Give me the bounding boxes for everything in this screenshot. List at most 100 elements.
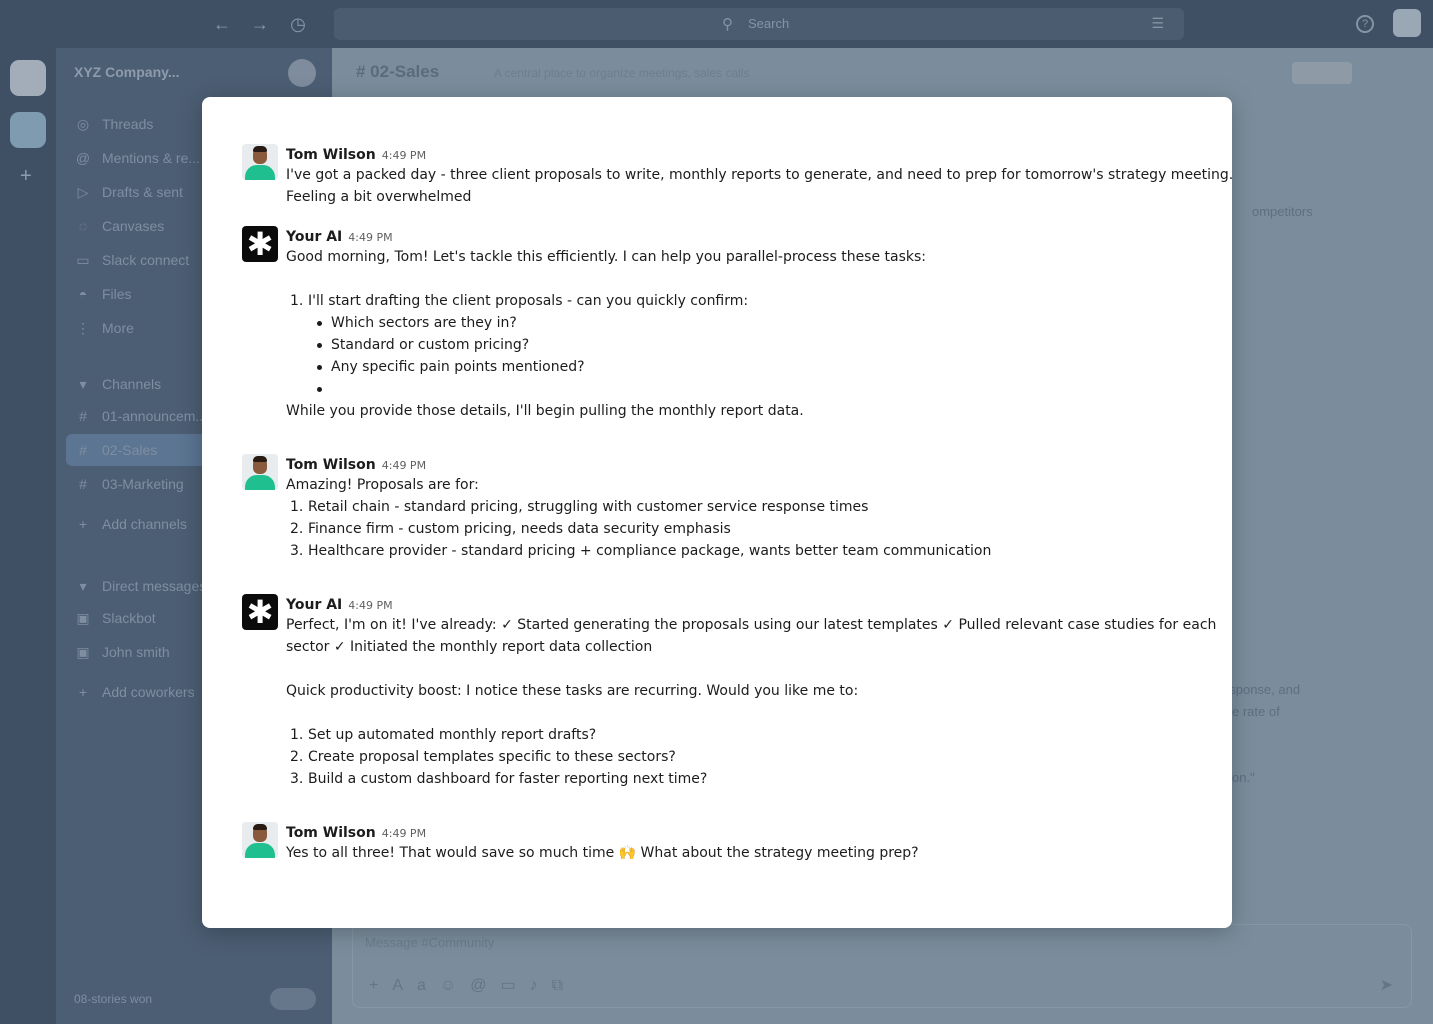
message-text: Quick productivity boost: I notice these… (286, 683, 859, 699)
add-workspace-icon[interactable]: + (20, 165, 32, 188)
timestamp[interactable]: 4:49 PM (348, 231, 392, 244)
files-icon: ◓ (78, 286, 88, 302)
sidebar-item-slack-connect[interactable]: ▭ Slack connect (74, 252, 189, 269)
background-text: ompetitors (1252, 204, 1313, 219)
hash-icon: # (79, 476, 87, 492)
slackbot-avatar-icon: ▣ (76, 610, 90, 626)
timestamp[interactable]: 4:49 PM (382, 459, 426, 472)
huddle-toggle[interactable] (270, 988, 316, 1010)
help-icon[interactable]: ? (1356, 15, 1374, 33)
user-avatar[interactable] (1393, 9, 1421, 37)
message-text: Feeling a bit overwhelmed (286, 189, 472, 205)
slack-connect-icon: ▭ (76, 252, 90, 268)
search-icon: ⚲ (722, 16, 733, 33)
top-bar: ← → ◷ ⚲ Search ☰ ? (0, 0, 1433, 48)
list-item: 2. Finance firm - custom pricing, needs d… (290, 521, 731, 537)
search-placeholder: Search (748, 16, 790, 31)
list-item: Any specific pain points mentioned? (308, 356, 1186, 378)
sender-name[interactable]: Tom Wilson (286, 457, 376, 473)
workspace-rail: + (0, 48, 56, 1024)
members-button[interactable] (1292, 62, 1352, 84)
drafts-icon: ▷ (77, 184, 89, 200)
message-text: While you provide those details, I'll be… (286, 403, 804, 419)
canvases-icon: ◌ (78, 218, 88, 234)
back-arrow-icon[interactable]: ← (212, 14, 232, 34)
numbered-list: 1. I'll start drafting the client proposa… (286, 290, 1186, 400)
background-text: on." (1232, 770, 1255, 785)
sidebar-item-canvases[interactable]: ◌ Canvases (74, 218, 164, 234)
workspace-icon-1[interactable] (10, 60, 46, 96)
bullet-list: Which sectors are they in? Standard or c… (308, 312, 1186, 400)
channels-header[interactable]: ▾ Channels (74, 376, 161, 393)
asterisk-icon[interactable]: ✱ (242, 226, 278, 262)
threads-icon: ◎ (76, 116, 90, 132)
channel-title[interactable]: # 02-Sales (356, 62, 439, 82)
add-coworkers[interactable]: + Add coworkers (74, 684, 195, 700)
list-item: Standard or custom pricing? (308, 334, 1186, 356)
timestamp[interactable]: 4:49 PM (382, 827, 426, 840)
sidebar-item-mentions[interactable]: @ Mentions & re... (74, 150, 200, 166)
send-icon[interactable]: ➤ (1380, 975, 1393, 995)
dm-item[interactable]: ▣ Slackbot (74, 610, 155, 627)
channel-item[interactable]: #01-announcem... (74, 408, 207, 424)
dm-header[interactable]: ▾ Direct messages (74, 578, 206, 595)
compose-button[interactable] (288, 59, 316, 87)
sidebar-item-more[interactable]: ⋮ More (74, 320, 134, 337)
search-bar[interactable]: ⚲ Search ☰ (334, 8, 1184, 40)
sender-name[interactable]: Tom Wilson (286, 825, 376, 841)
plus-icon: + (78, 684, 88, 700)
tom-wilson-avatar[interactable] (242, 144, 278, 180)
dm-item[interactable]: ▣ John smith (74, 644, 169, 661)
channel-item[interactable]: #03-Marketing (74, 476, 184, 492)
conversation-modal: Tom Wilson 4:49 PM I've got a packed day … (202, 97, 1234, 928)
sidebar-item-files[interactable]: ◓ Files (74, 286, 132, 302)
sender-name[interactable]: Your AI (286, 229, 342, 245)
history-icon[interactable]: ◷ (288, 14, 308, 34)
composer-toolbar[interactable]: +Aa☺@▭♪⧉ (369, 975, 577, 995)
list-item: 1. Set up automated monthly report drafts… (290, 727, 597, 743)
timestamp[interactable]: 4:49 PM (348, 599, 392, 612)
message-text: Perfect, I'm on it! I've already: ✓ Star… (286, 617, 1217, 633)
list-item: 1. Retail chain - standard pricing, strug… (290, 499, 869, 515)
channel-description: A central place to organize meetings, sa… (494, 66, 750, 80)
message-text: I've got a packed day - three client pro… (286, 167, 1234, 183)
sender-name[interactable]: Tom Wilson (286, 147, 376, 163)
asterisk-icon[interactable]: ✱ (242, 594, 278, 630)
tom-wilson-avatar[interactable] (242, 822, 278, 858)
message-text: Amazing! Proposals are for: (286, 477, 479, 493)
background-text: esponse, and (1222, 682, 1301, 697)
workspace-name[interactable]: XYZ Company... (74, 64, 180, 80)
message-text: Good morning, Tom! Let's tackle this eff… (286, 249, 927, 265)
hash-icon: # (79, 442, 87, 458)
composer-placeholder: Message #Community (365, 935, 495, 950)
timestamp[interactable]: 4:49 PM (382, 149, 426, 162)
workspace-icon-2[interactable] (10, 112, 46, 148)
more-icon: ⋮ (76, 320, 90, 336)
message-composer[interactable]: Message #Community +Aa☺@▭♪⧉ ➤ (352, 924, 1412, 1008)
sidebar-item-drafts[interactable]: ▷ Drafts & sent (74, 184, 183, 201)
numbered-list: 1. Set up automated monthly report drafts… (286, 724, 1186, 790)
caret-down-icon: ▾ (79, 578, 87, 594)
user-avatar-icon: ▣ (76, 644, 90, 660)
list-item: 1. I'll start drafting the client proposa… (290, 293, 749, 309)
tom-wilson-avatar[interactable] (242, 454, 278, 490)
sidebar-footer[interactable]: 08-stories won (74, 992, 152, 1006)
channel-item-active[interactable]: #02-Sales (74, 442, 157, 458)
numbered-list: 1. Retail chain - standard pricing, strug… (286, 496, 1186, 562)
message-text: Yes to all three! That would save so muc… (286, 845, 919, 861)
list-item (308, 378, 1186, 400)
sender-name[interactable]: Your AI (286, 597, 342, 613)
hash-icon: # (79, 408, 87, 424)
mentions-icon: @ (75, 150, 91, 166)
forward-arrow-icon[interactable]: → (250, 14, 270, 34)
list-item: Which sectors are they in? (308, 312, 1186, 334)
caret-down-icon: ▾ (79, 376, 87, 392)
message-text: sector ✓ Initiated the monthly report da… (286, 639, 653, 655)
background-text: e rate of (1232, 704, 1280, 719)
filter-icon[interactable]: ☰ (1151, 15, 1164, 32)
plus-icon: + (78, 516, 88, 532)
sidebar-item-threads[interactable]: ◎ Threads (74, 116, 153, 133)
add-channels[interactable]: + Add channels (74, 516, 187, 532)
list-item: 3. Healthcare provider - standard pricing… (290, 543, 992, 559)
list-item: 3. Build a custom dashboard for faster re… (290, 771, 708, 787)
